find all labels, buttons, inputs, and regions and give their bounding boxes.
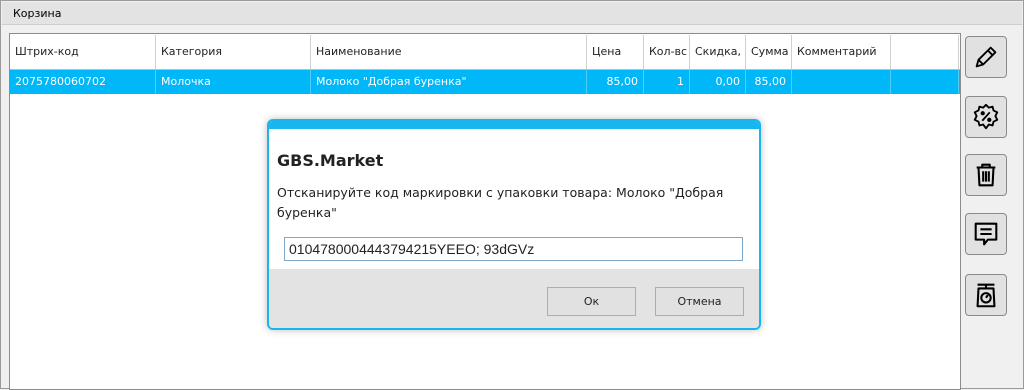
column-header-discount[interactable]: Скидка, <box>690 35 746 69</box>
dialog-footer: Ок Отмена <box>269 269 759 328</box>
column-header-category[interactable]: Категория <box>156 35 311 69</box>
column-header-comment[interactable]: Комментарий <box>792 35 891 69</box>
cancel-button[interactable]: Отмена <box>655 287 744 316</box>
scale-icon <box>976 283 996 308</box>
pencil-icon <box>975 46 997 68</box>
edit-button[interactable] <box>965 36 1007 78</box>
cell-sum: 85,00 <box>746 70 792 94</box>
cell-barcode: 2075780060702 <box>10 70 156 94</box>
grid-header-row: Штрих-код Категория Наименование Цена Ко… <box>10 35 960 70</box>
column-header-barcode[interactable]: Штрих-код <box>10 35 156 69</box>
cell-quantity: 1 <box>644 70 690 94</box>
table-row[interactable]: 2075780060702 Молочка Молоко "Добрая бур… <box>10 70 960 94</box>
cell-price: 85,00 <box>587 70 644 94</box>
discount-button[interactable] <box>965 96 1007 138</box>
column-header-extra[interactable] <box>891 35 959 69</box>
scan-dialog: GBS.Market Отсканируйте код маркировки с… <box>267 119 761 330</box>
cell-name: Молоко "Добрая буренка" <box>311 70 587 94</box>
cell-discount: 0,00 <box>690 70 746 94</box>
trash-icon <box>976 163 996 187</box>
dialog-title: GBS.Market <box>277 151 384 170</box>
cell-extra <box>891 70 959 94</box>
marking-code-input[interactable] <box>284 237 743 261</box>
panel-title: Корзина <box>2 2 1022 25</box>
column-header-name[interactable]: Наименование <box>311 35 587 69</box>
cell-comment <box>792 70 891 94</box>
column-header-sum[interactable]: Сумма <box>746 35 792 69</box>
dialog-accent-bar <box>269 121 759 129</box>
ok-button[interactable]: Ок <box>547 287 636 316</box>
cart-panel: Корзина Штрих-код Категория Наименование… <box>0 0 1024 390</box>
comment-icon <box>974 222 998 246</box>
comment-button[interactable] <box>965 213 1007 255</box>
weight-button[interactable] <box>965 274 1007 316</box>
percent-badge-icon <box>973 103 999 130</box>
dialog-message: Отсканируйте код маркировки с упаковки т… <box>277 185 724 220</box>
cell-category: Молочка <box>156 70 311 94</box>
column-header-quantity[interactable]: Кол-вс <box>644 35 690 69</box>
column-header-price[interactable]: Цена <box>587 35 644 69</box>
delete-button[interactable] <box>965 154 1007 196</box>
